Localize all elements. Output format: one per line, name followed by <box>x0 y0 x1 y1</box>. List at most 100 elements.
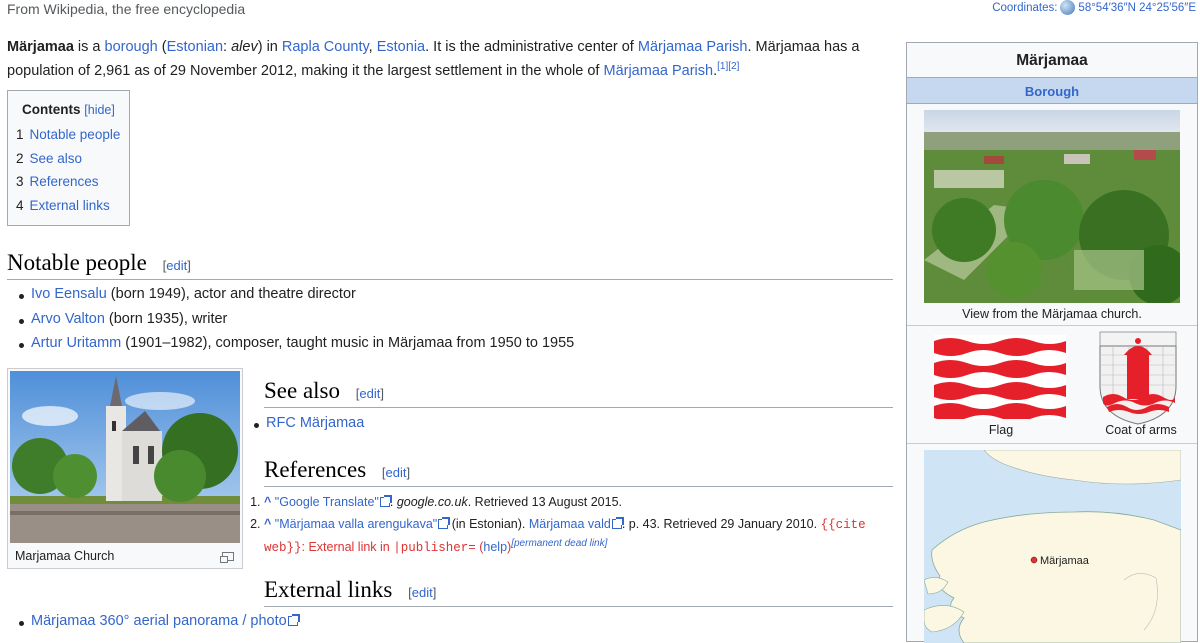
heading-text: References <box>264 457 367 482</box>
infobox-photo[interactable] <box>924 110 1180 303</box>
toc-header: Contents [hide] <box>22 102 121 117</box>
heading-external-links: External links [edit] <box>264 577 893 607</box>
see-also-link-rfc-marjamaa[interactable]: RFC Märjamaa <box>266 415 364 431</box>
toc-link-references[interactable]: References <box>30 174 99 198</box>
flag-image[interactable] <box>934 335 1066 419</box>
edit-section: [edit] <box>355 386 384 401</box>
link-rapla-county[interactable]: Rapla County <box>282 39 369 55</box>
link-marjamaa-parish[interactable]: Märjamaa Parish <box>638 39 748 55</box>
person-link-arvo-valton[interactable]: Arvo Valton <box>31 311 105 327</box>
infobox-type: Borough <box>907 77 1197 104</box>
citation-2[interactable]: [2] <box>728 61 739 72</box>
coat-of-arms-image[interactable] <box>1099 331 1177 425</box>
toc-link-see-also[interactable]: See also <box>30 151 83 175</box>
ref-backlink[interactable]: ^ <box>264 495 271 509</box>
toc-number: 4 <box>16 197 24 213</box>
references-list: ^ "Google Translate". google.co.uk. Retr… <box>248 491 898 559</box>
toc-link-notable-people[interactable]: Notable people <box>30 127 121 151</box>
location-map[interactable]: Märjamaa <box>924 450 1181 643</box>
help-link[interactable]: help <box>483 540 507 554</box>
coordinates-value[interactable]: 58°54′36″N 24°25′56″E <box>1078 2 1196 14</box>
coat-of-arms-graphic <box>1099 331 1177 425</box>
ref-text: . p. 43. Retrieved 29 January 2010. <box>621 517 821 531</box>
heading-text: Notable people <box>7 250 147 275</box>
church-photo[interactable] <box>10 371 240 543</box>
lead-text: : <box>223 39 232 55</box>
ref-site: google.co.uk <box>396 495 468 509</box>
person-link-ivo-eensalu[interactable]: Ivo Eensalu <box>31 286 107 302</box>
lead-text: ( <box>157 39 167 55</box>
infobox-type-link[interactable]: Borough <box>1025 84 1079 99</box>
lead-text: . Märjamaa has a <box>747 39 860 55</box>
person-desc: (born 1949), actor and theatre director <box>106 286 356 302</box>
person-desc: (1901–1982), composer, taught music in M… <box>121 335 575 351</box>
coordinates: Coordinates: 58°54′36″N 24°25′56″E <box>992 0 1196 15</box>
estonia-map-graphic: Märjamaa <box>924 450 1181 643</box>
coordinates-label[interactable]: Coordinates: <box>992 2 1057 14</box>
external-link-icon <box>438 517 451 529</box>
list-item: Ivo Eensalu (born 1949), actor and theat… <box>15 286 574 311</box>
list-item: Märjamaa 360° aerial panorama / photo <box>15 613 300 638</box>
heading-text: See also <box>264 378 341 403</box>
lead-text: is a <box>73 39 105 55</box>
flag-graphic <box>934 335 1066 419</box>
globe-icon[interactable] <box>1060 0 1076 15</box>
infobox: Märjamaa Borough View from the Märjamaa … <box>906 42 1198 643</box>
edit-section: [edit] <box>162 258 191 273</box>
aerial-view-image <box>924 110 1180 303</box>
link-estonian[interactable]: Estonian <box>167 39 223 55</box>
person-link-artur-uritamm[interactable]: Artur Uritamm <box>31 335 121 351</box>
edit-section: [edit] <box>381 465 411 480</box>
link-borough[interactable]: borough <box>105 39 158 55</box>
external-link-icon <box>379 495 392 507</box>
ref-link-google-translate[interactable]: "Google Translate" <box>275 495 379 509</box>
ref-link-arengukava[interactable]: "Märjamaa valla arengukava" <box>275 517 437 531</box>
infobox-photo-caption: View from the Märjamaa church. <box>962 307 1142 321</box>
infobox-divider <box>907 443 1197 444</box>
toc-item[interactable]: 3 References <box>16 174 121 198</box>
lead-text: . It is the administrative center of <box>425 39 638 55</box>
heading-notable-people: Notable people [edit] <box>7 250 893 280</box>
church-image <box>10 371 240 543</box>
lead-line-2: population of 2,961 as of 29 November 20… <box>7 60 887 84</box>
edit-link[interactable]: edit <box>386 465 407 480</box>
toc-item[interactable]: 4 External links <box>16 198 121 222</box>
map-label: Märjamaa <box>1040 555 1090 567</box>
citation-1[interactable]: [1] <box>717 61 728 72</box>
toc-list: 1 Notable people 2 See also 3 References 4E… <box>16 127 121 221</box>
link-estonia[interactable]: Estonia <box>377 39 425 55</box>
dead-link-note[interactable]: [permanent dead link] <box>511 538 607 549</box>
toc-number: 2 <box>16 150 24 166</box>
edit-link[interactable]: edit <box>166 258 187 273</box>
link-marjamaa-parish-2[interactable]: Märjamaa Parish <box>603 63 713 79</box>
edit-link[interactable]: edit <box>359 386 380 401</box>
toc-item[interactable]: 2 See also <box>16 151 121 175</box>
ref-backlink[interactable]: ^ <box>264 517 271 531</box>
external-link-icon <box>611 517 624 529</box>
lead-line-1: Märjamaa is a borough (Estonian: alev) i… <box>7 36 887 60</box>
flag-caption: Flag <box>988 423 1014 437</box>
infobox-title: Märjamaa <box>1016 52 1088 69</box>
enlarge-icon[interactable] <box>220 552 234 563</box>
ref-lang: (in Estonian). <box>448 517 529 531</box>
edit-link[interactable]: edit <box>412 585 433 600</box>
arms-caption: Coat of arms <box>1105 423 1177 437</box>
alev-term: alev <box>231 39 258 55</box>
church-thumbnail: Marjamaa Church <box>7 368 243 569</box>
ref-text: . Retrieved 13 August 2015. <box>467 495 622 509</box>
thumb-caption: Marjamaa Church <box>15 549 115 563</box>
heading-text: External links <box>264 577 393 602</box>
heading-references: References [edit] <box>264 457 893 487</box>
infobox-divider <box>907 325 1197 326</box>
toc-hide-toggle[interactable]: [hide] <box>84 103 115 117</box>
ref-link-publisher[interactable]: Märjamaa vald <box>529 517 611 531</box>
see-also-list: RFC Märjamaa <box>250 415 364 440</box>
lead-text: ) in <box>257 39 282 55</box>
list-item: Arvo Valton (born 1935), writer <box>15 311 574 336</box>
toc-item[interactable]: 1 Notable people <box>16 127 121 151</box>
reference-item: ^ "Google Translate". google.co.uk. Retr… <box>264 491 898 513</box>
toc-link-external-links[interactable]: External links <box>30 198 110 222</box>
external-link-panorama[interactable]: Märjamaa 360° aerial panorama / photo <box>31 613 287 629</box>
toc-number: 1 <box>16 127 24 142</box>
external-link-icon <box>287 614 300 626</box>
